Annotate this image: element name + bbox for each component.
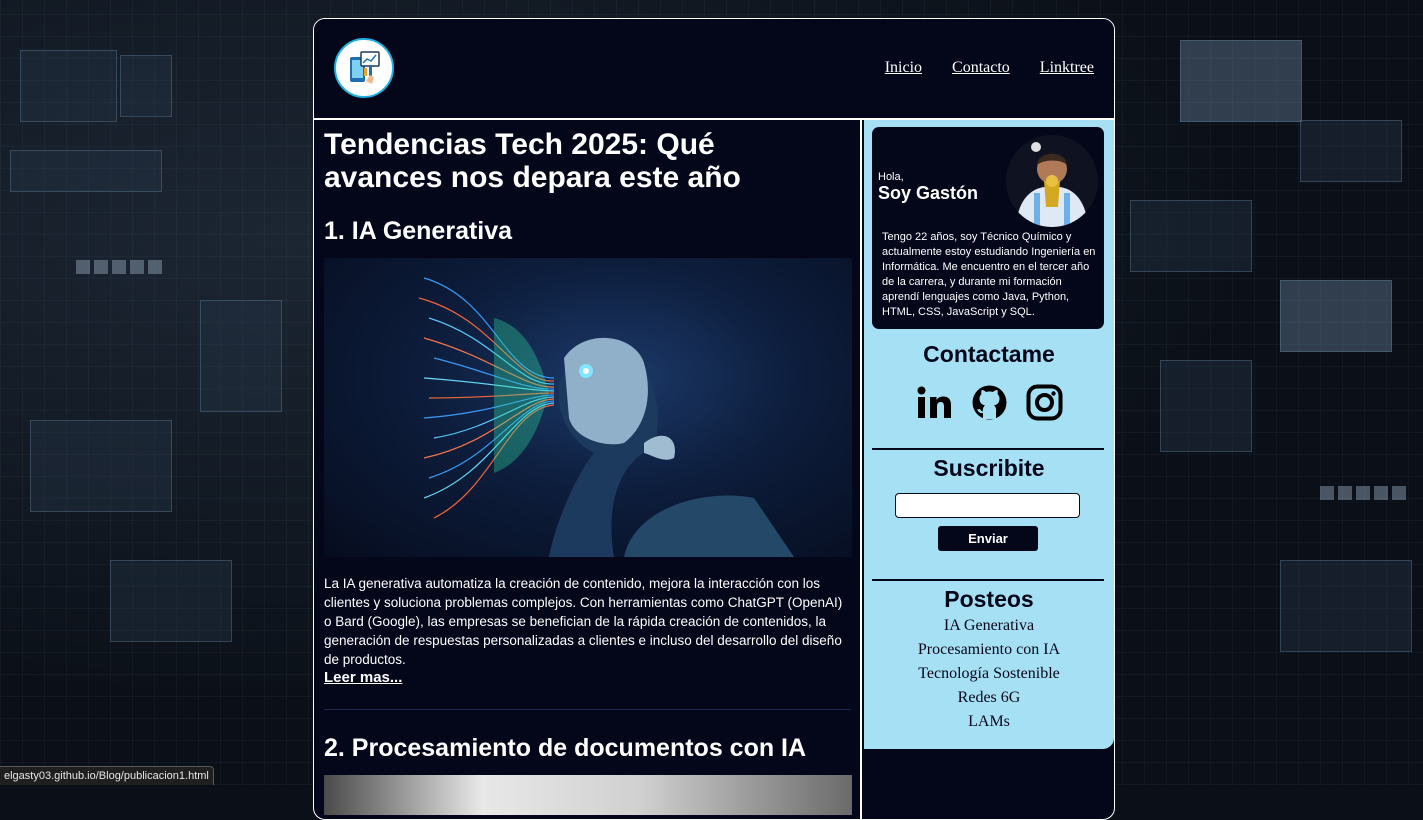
- posts-heading: Posteos: [944, 586, 1034, 612]
- linkedin-icon[interactable]: [916, 384, 953, 421]
- avatar: [1006, 135, 1098, 227]
- article-title-line2: avances nos depara este año: [324, 161, 741, 194]
- contact-heading: Contactame: [923, 341, 1055, 367]
- site-header: Inicio Contacto Linktree: [314, 19, 1114, 120]
- social-links: [864, 384, 1114, 421]
- posts-list: IA Generativa Procesamiento con IA Tecno…: [864, 614, 1114, 734]
- article-title-line1: Tendencias Tech 2025: Qué: [324, 128, 715, 161]
- post-link-tecnologia-sostenible[interactable]: Tecnología Sostenible: [864, 662, 1114, 686]
- nav-contacto[interactable]: Contacto: [952, 59, 1010, 77]
- status-bar-url: elgasty03.github.io/Blog/publicacion1.ht…: [0, 766, 214, 785]
- divider: [872, 448, 1104, 450]
- post-link-procesamiento[interactable]: Procesamiento con IA: [864, 638, 1114, 662]
- nav-linktree[interactable]: Linktree: [1040, 59, 1094, 77]
- instagram-icon[interactable]: [1026, 384, 1063, 421]
- article: Tendencias Tech 2025: Qué avances nos de…: [314, 120, 862, 819]
- read-more-link[interactable]: Leer mas...: [324, 669, 402, 686]
- section-divider: [324, 709, 851, 710]
- profile-bio: Tengo 22 años, soy Técnico Químico y act…: [882, 231, 1096, 318]
- profile-name: Soy Gastón: [878, 183, 979, 203]
- phone-chart-icon: [350, 51, 380, 84]
- post-link-ia-generativa[interactable]: IA Generativa: [864, 614, 1114, 638]
- section2-heading: 2. Procesamiento de documentos con IA: [324, 734, 807, 762]
- logo[interactable]: [334, 38, 394, 98]
- sidebar: Hola, Soy Gastón Tengo 22 años, soy Técn…: [864, 120, 1114, 749]
- nav-inicio[interactable]: Inicio: [885, 59, 922, 77]
- divider: [872, 579, 1104, 581]
- send-button[interactable]: Enviar: [938, 526, 1038, 551]
- greeting: Hola,: [878, 171, 904, 183]
- ai-robot-image: [324, 258, 852, 557]
- article-title: Tendencias Tech 2025: Qué avances nos de…: [324, 128, 851, 194]
- section1-heading: 1. IA Generativa: [324, 217, 513, 245]
- section2-image: [324, 775, 852, 815]
- section1-body: La IA generativa automatiza la creación …: [324, 576, 843, 667]
- github-icon[interactable]: [971, 384, 1008, 421]
- email-field[interactable]: [895, 493, 1080, 518]
- main-nav: Inicio Contacto Linktree: [885, 59, 1094, 77]
- post-link-lams[interactable]: LAMs: [864, 710, 1114, 734]
- subscribe-heading: Suscribite: [933, 455, 1045, 481]
- page-container: Inicio Contacto Linktree Tendencias Tech…: [313, 18, 1115, 820]
- post-link-redes-6g[interactable]: Redes 6G: [864, 686, 1114, 710]
- profile-card: Hola, Soy Gastón Tengo 22 años, soy Técn…: [872, 127, 1104, 329]
